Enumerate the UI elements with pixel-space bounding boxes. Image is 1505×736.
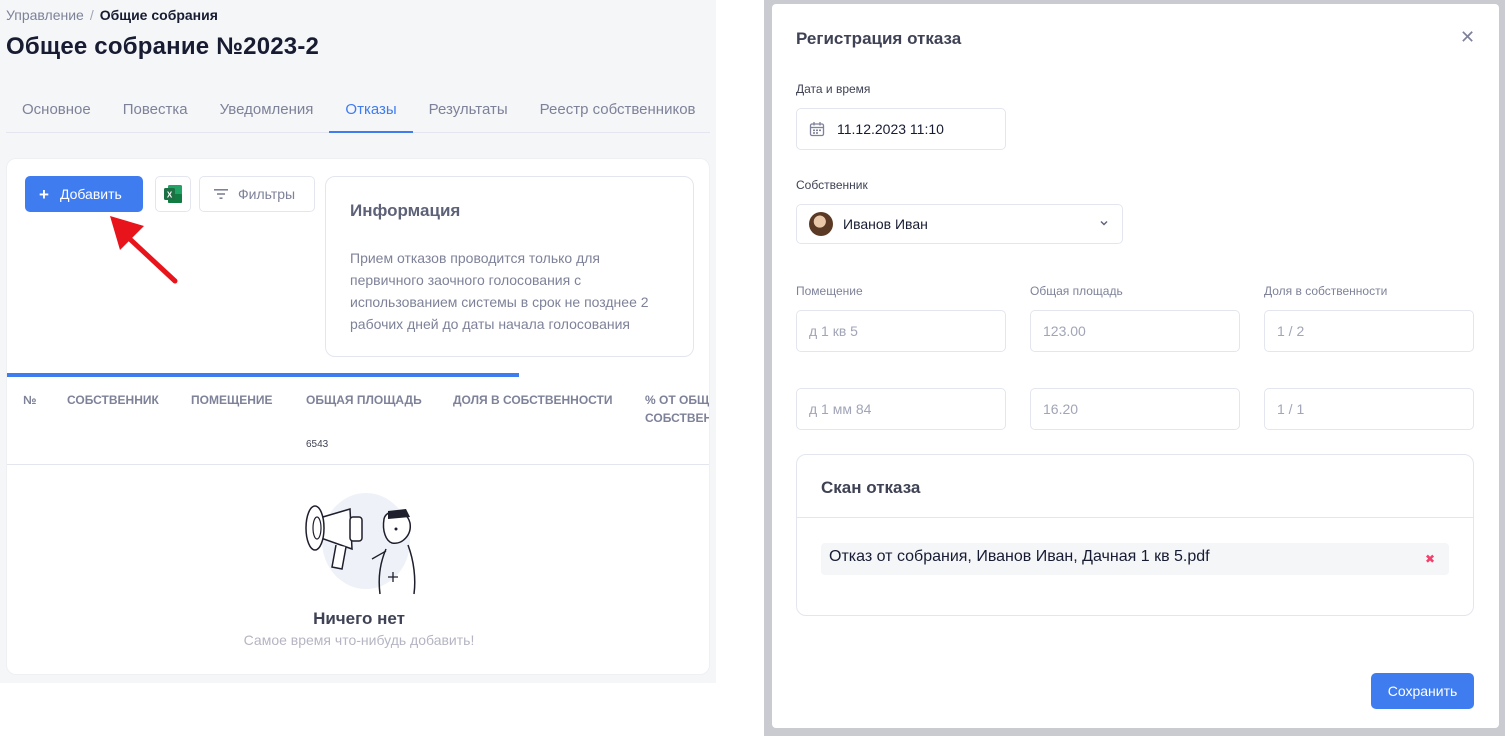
column-percent-line2: собствен [645, 411, 710, 425]
scan-divider [797, 517, 1473, 518]
annotation-arrow [110, 216, 178, 284]
empty-state-title: Ничего нет [313, 609, 405, 628]
area-field-2: 16.20 [1030, 388, 1240, 430]
tab-agenda[interactable]: Повестка [107, 88, 204, 132]
breadcrumb-current[interactable]: Общие собрания [100, 7, 218, 23]
column-area[interactable]: Общая площадь [306, 391, 422, 409]
breadcrumb-separator: / [89, 7, 94, 23]
table-header: № Собственник Помещение Общая площадь До… [7, 377, 710, 465]
attached-file[interactable]: Отказ от собрания, Иванов Иван, Дачная 1… [821, 543, 1449, 575]
column-share[interactable]: Доля в собственности [453, 391, 613, 409]
svg-text:X: X [167, 191, 173, 200]
add-button[interactable]: + Добавить [25, 176, 143, 212]
page-title: Общее собрание №2023-2 [6, 33, 320, 60]
datetime-value: 11.12.2023 11:10 [837, 121, 944, 137]
area-column-label: Общая площадь [1030, 284, 1123, 298]
tab-results[interactable]: Результаты [413, 88, 524, 132]
share-field-1: 1 / 2 [1264, 310, 1474, 352]
filters-button[interactable]: Фильтры [199, 176, 315, 212]
save-button[interactable]: Сохранить [1371, 673, 1474, 709]
filter-icon [214, 189, 228, 199]
add-button-label: Добавить [59, 186, 122, 202]
owner-value: Иванов Иван [843, 216, 928, 232]
room-field-2: д 1 мм 84 [796, 388, 1006, 430]
filters-label: Фильтры [238, 186, 296, 202]
scan-section: Скан отказа Отказ от собрания, Иванов Ив… [796, 454, 1474, 616]
file-name: Отказ от собрания, Иванов Иван, Дачная 1… [829, 548, 1210, 565]
excel-icon: X [164, 185, 182, 203]
share-field-2: 1 / 1 [1264, 388, 1474, 430]
tab-notifications[interactable]: Уведомления [204, 88, 330, 132]
tab-owners-registry[interactable]: Реестр собственников [524, 88, 712, 132]
close-icon[interactable]: ✕ [1460, 28, 1475, 46]
info-title: Информация [350, 201, 461, 220]
meeting-page: Управление / Общие собрания Общее собрание… [0, 0, 716, 683]
room-column-label: Помещение [796, 284, 863, 298]
owner-select[interactable]: Иванов Иван [796, 204, 1123, 244]
column-percent[interactable]: % от общ собствен [645, 391, 710, 427]
column-room[interactable]: Помещение [191, 391, 273, 409]
info-text: Прием отказов проводится только для перв… [350, 250, 649, 332]
calendar-icon [809, 122, 825, 137]
share-column-label: Доля в собственности [1264, 284, 1388, 298]
datetime-field[interactable]: 11.12.2023 11:10 [796, 108, 1006, 150]
column-number[interactable]: № [23, 391, 36, 409]
breadcrumb: Управление / Общие собрания [6, 7, 218, 23]
excel-export-button[interactable]: X [155, 176, 191, 212]
info-box: Информация Прием отказов проводится толь… [325, 176, 694, 357]
tab-bar: Основное Повестка Уведомления Отказы Рез… [6, 88, 710, 133]
plus-icon: + [39, 184, 49, 204]
datetime-label: Дата и время [796, 82, 871, 96]
scan-title: Скан отказа [821, 478, 921, 497]
tab-refusals[interactable]: Отказы [329, 88, 413, 133]
modal-title: Регистрация отказа [796, 29, 962, 48]
room-field-1: д 1 кв 5 [796, 310, 1006, 352]
megaphone-illustration [305, 493, 416, 595]
owner-label: Собственник [796, 178, 868, 192]
remove-file-icon[interactable]: ✖ [1425, 552, 1435, 566]
refusal-registration-modal: Регистрация отказа ✕ Дата и время 11.12.… [772, 4, 1499, 728]
area-field-1: 123.00 [1030, 310, 1240, 352]
chevron-down-icon [1100, 221, 1108, 226]
column-percent-line1: % от общ [645, 393, 710, 407]
area-total: 6543 [306, 439, 329, 450]
owner-avatar [809, 212, 833, 236]
empty-state-subtitle: Самое время что-нибудь добавить! [243, 632, 475, 648]
breadcrumb-parent[interactable]: Управление [6, 7, 84, 23]
tab-main[interactable]: Основное [6, 88, 107, 132]
column-owner[interactable]: Собственник [67, 391, 159, 409]
